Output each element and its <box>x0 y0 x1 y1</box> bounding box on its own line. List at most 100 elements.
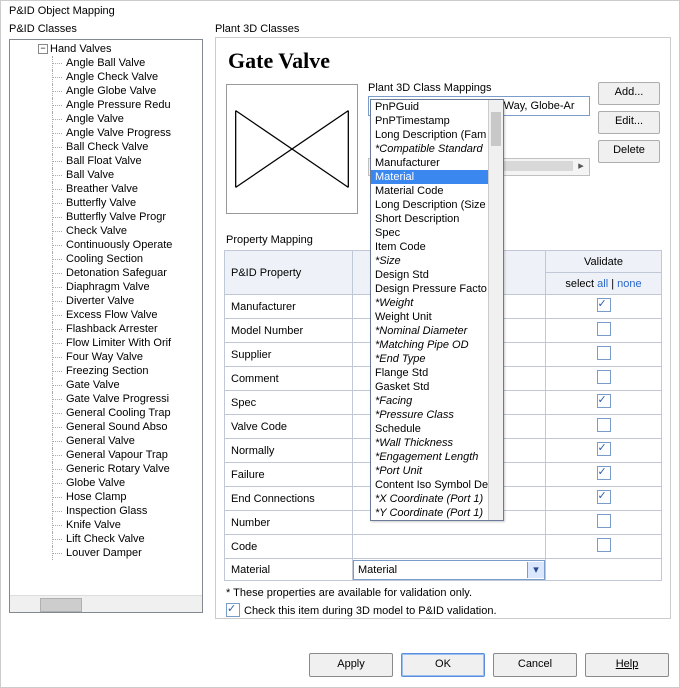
select-all-none[interactable]: select all | none <box>546 273 662 295</box>
dropdown-item[interactable]: *Matching Pipe OD <box>371 338 503 352</box>
dropdown-item[interactable]: *Facing <box>371 394 503 408</box>
tree-node[interactable]: Angle Check Valve <box>10 70 202 84</box>
tree-node[interactable]: Ball Valve <box>10 168 202 182</box>
dropdown-item[interactable]: *Pressure Class <box>371 408 503 422</box>
tree-node[interactable]: Diverter Valve <box>10 294 202 308</box>
tree-node[interactable]: Angle Globe Valve <box>10 84 202 98</box>
validate-checkbox[interactable] <box>597 418 611 432</box>
help-button[interactable]: Help <box>585 653 669 677</box>
dropdown-item[interactable]: Long Description (Fam <box>371 128 503 142</box>
col-pid-property: P&ID Property <box>225 251 353 295</box>
tree-node[interactable]: Generic Rotary Valve <box>10 462 202 476</box>
dropdown-item[interactable]: PnPTimestamp <box>371 114 503 128</box>
table-row[interactable]: Code <box>225 535 662 559</box>
tree-node[interactable]: Butterfly Valve Progr <box>10 210 202 224</box>
tree-node[interactable]: Gate Valve Progressi <box>10 392 202 406</box>
tree-node[interactable]: General Valve <box>10 434 202 448</box>
dropdown-item[interactable]: Design Std <box>371 268 503 282</box>
tree-node[interactable]: Globe Valve <box>10 476 202 490</box>
tree-node[interactable]: Inspection Glass <box>10 504 202 518</box>
dialog-window: P&ID Object Mapping P&ID Classes −Hand V… <box>0 0 680 688</box>
edit-button[interactable]: Edit... <box>598 111 660 134</box>
dropdown-item[interactable]: *X Coordinate (Port 1) <box>371 492 503 506</box>
tree-node-root[interactable]: −Hand Valves <box>10 42 202 56</box>
dropdown-item[interactable]: Content Iso Symbol De <box>371 478 503 492</box>
dropdown-item[interactable]: *Weight <box>371 296 503 310</box>
validate-checkbox[interactable] <box>597 538 611 552</box>
tree-node[interactable]: Hose Clamp <box>10 490 202 504</box>
validate-checkbox[interactable] <box>597 514 611 528</box>
tree-node[interactable]: Angle Valve <box>10 112 202 126</box>
tree-node[interactable]: Freezing Section <box>10 364 202 378</box>
validation-checkbox[interactable] <box>226 603 240 617</box>
dropdown-item[interactable]: Spec <box>371 226 503 240</box>
dropdown-item[interactable]: Gasket Std <box>371 380 503 394</box>
validate-checkbox[interactable] <box>597 298 611 312</box>
tree-node[interactable]: Gate Valve <box>10 378 202 392</box>
dropdown-item[interactable]: Flange Std <box>371 366 503 380</box>
validate-checkbox[interactable] <box>597 394 611 408</box>
tree-node[interactable]: Four Way Valve <box>10 350 202 364</box>
dropdown-item[interactable]: Material Code <box>371 184 503 198</box>
validation-check-row[interactable]: Check this item during 3D model to P&ID … <box>226 603 660 617</box>
tree-node[interactable]: Continuously Operate <box>10 238 202 252</box>
dropdown-item[interactable]: Short Description <box>371 212 503 226</box>
validate-checkbox[interactable] <box>597 466 611 480</box>
table-row-material[interactable]: MaterialMaterial▾ <box>225 559 662 581</box>
tree-horizontal-scrollbar[interactable] <box>10 595 202 612</box>
right-pane-title: Plant 3D Classes <box>215 21 671 37</box>
tree-node[interactable]: Detonation Safeguar <box>10 266 202 280</box>
dropdown-item[interactable]: Material <box>371 170 503 184</box>
tree-node[interactable]: General Sound Abso <box>10 420 202 434</box>
dropdown-item[interactable]: *Y Coordinate (Port 1) <box>371 506 503 520</box>
tree-node[interactable]: Angle Pressure Redu <box>10 98 202 112</box>
tree-node[interactable]: General Vapour Trap <box>10 448 202 462</box>
dropdown-item[interactable]: *Size <box>371 254 503 268</box>
footnote: * These properties are available for val… <box>226 587 660 599</box>
p3d-property-select[interactable]: Material▾ <box>353 560 545 580</box>
tree-node[interactable]: Lift Check Valve <box>10 532 202 546</box>
validate-checkbox[interactable] <box>597 346 611 360</box>
apply-button[interactable]: Apply <box>309 653 393 677</box>
tree-node[interactable]: Butterfly Valve <box>10 196 202 210</box>
validate-checkbox[interactable] <box>597 322 611 336</box>
dropdown-item[interactable]: *Engagement Length <box>371 450 503 464</box>
chevron-down-icon[interactable]: ▾ <box>527 562 544 578</box>
dropdown-item[interactable]: *Nominal Diameter <box>371 324 503 338</box>
tree-node[interactable]: Angle Ball Valve <box>10 56 202 70</box>
dropdown-item[interactable]: Long Description (Size <box>371 198 503 212</box>
ok-button[interactable]: OK <box>401 653 485 677</box>
tree-node[interactable]: Excess Flow Valve <box>10 308 202 322</box>
tree-node[interactable]: Flow Limiter With Orif <box>10 336 202 350</box>
tree-node[interactable]: Check Valve <box>10 224 202 238</box>
validate-checkbox[interactable] <box>597 490 611 504</box>
dropdown-scrollbar[interactable] <box>488 100 503 520</box>
dropdown-item[interactable]: Schedule <box>371 422 503 436</box>
tree-node[interactable]: Ball Float Valve <box>10 154 202 168</box>
p3d-property-dropdown[interactable]: PnPGuidPnPTimestampLong Description (Fam… <box>370 99 504 521</box>
delete-button[interactable]: Delete <box>598 140 660 163</box>
dropdown-item[interactable]: Design Pressure Facto <box>371 282 503 296</box>
add-button[interactable]: Add... <box>598 82 660 105</box>
dropdown-item[interactable]: *Wall Thickness <box>371 436 503 450</box>
tree-node[interactable]: General Cooling Trap <box>10 406 202 420</box>
cancel-button[interactable]: Cancel <box>493 653 577 677</box>
pid-classes-tree[interactable]: −Hand ValvesAngle Ball ValveAngle Check … <box>9 39 203 613</box>
tree-node[interactable]: Angle Valve Progress <box>10 126 202 140</box>
tree-node[interactable]: Flashback Arrester <box>10 322 202 336</box>
dropdown-item[interactable]: *End Type <box>371 352 503 366</box>
dropdown-item[interactable]: Weight Unit <box>371 310 503 324</box>
tree-node[interactable]: Louver Damper <box>10 546 202 560</box>
validate-checkbox[interactable] <box>597 370 611 384</box>
tree-node[interactable]: Knife Valve <box>10 518 202 532</box>
tree-node[interactable]: Diaphragm Valve <box>10 280 202 294</box>
tree-node[interactable]: Ball Check Valve <box>10 140 202 154</box>
dropdown-item[interactable]: Item Code <box>371 240 503 254</box>
tree-node[interactable]: Cooling Section <box>10 252 202 266</box>
dropdown-item[interactable]: PnPGuid <box>371 100 503 114</box>
dropdown-item[interactable]: *Compatible Standard <box>371 142 503 156</box>
dropdown-item[interactable]: *Port Unit <box>371 464 503 478</box>
dropdown-item[interactable]: Manufacturer <box>371 156 503 170</box>
tree-node[interactable]: Breather Valve <box>10 182 202 196</box>
validate-checkbox[interactable] <box>597 442 611 456</box>
